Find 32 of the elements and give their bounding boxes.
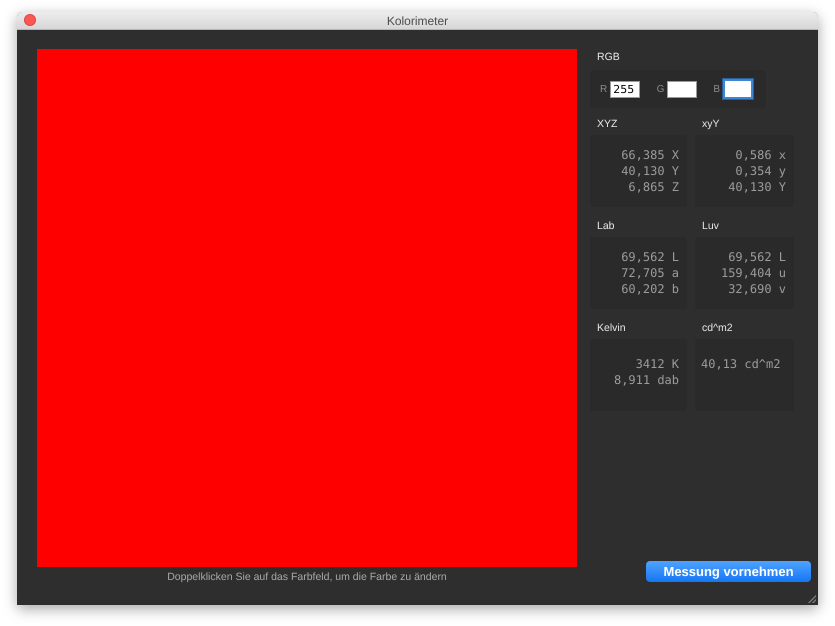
value-text: 72,705 a — [621, 265, 679, 281]
value-text: 6,865 Z — [628, 179, 679, 195]
input-field[interactable] — [723, 79, 754, 99]
value-text: 32,690 v — [728, 281, 786, 297]
hint-text: Doppelklicken Sie auf das Farbfeld, um die Farbe zu ändern — [167, 571, 447, 583]
section-title: xyY — [701, 117, 721, 131]
section-title: Lab — [596, 219, 616, 233]
input-field[interactable] — [667, 80, 698, 98]
section-title: cd^m2 — [701, 321, 734, 335]
input-field[interactable]: 255 — [610, 80, 640, 98]
value-text: 60,202 b — [621, 281, 679, 297]
section-title: RGB — [596, 50, 621, 64]
value-text: 40,130 Y — [621, 163, 679, 179]
field-label: B — [713, 84, 720, 94]
value-text: 40,13 cd^m2 — [701, 356, 780, 372]
close-button[interactable] — [24, 14, 36, 26]
section-title: Kelvin — [596, 321, 627, 335]
section-title: Luv — [701, 219, 720, 233]
value-text: 8,911 dab — [614, 372, 679, 388]
color-swatch[interactable] — [37, 49, 577, 567]
value-text: 69,562 L — [621, 249, 679, 265]
section-title: XYZ — [596, 117, 618, 131]
window-title: Kolorimeter — [386, 14, 448, 28]
value-text: 40,130 Y — [728, 179, 786, 195]
value-text: 66,385 X — [621, 147, 679, 163]
value-text: 0,586 x — [735, 147, 786, 163]
field-label: G — [656, 84, 664, 94]
field-label: R — [600, 84, 608, 94]
value-text: 159,404 u — [720, 265, 786, 281]
value-text: 69,562 L — [728, 249, 786, 265]
value-text: 3412 K — [636, 356, 679, 372]
value-text: 0,354 y — [735, 163, 786, 179]
